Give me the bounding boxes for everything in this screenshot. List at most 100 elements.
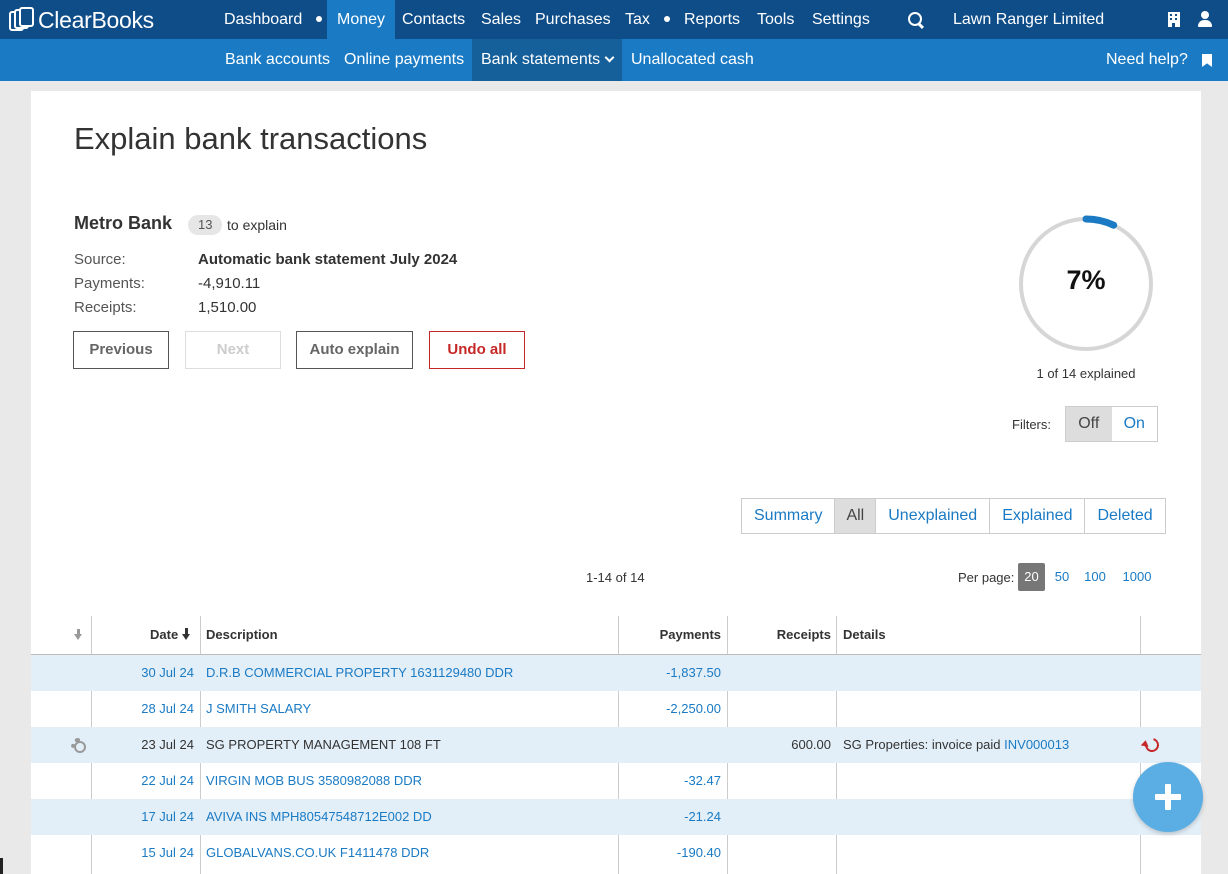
subnav-online-payments[interactable]: Online payments — [344, 39, 464, 81]
nav-settings[interactable]: Settings — [812, 0, 870, 39]
table-row[interactable]: 15 Jul 24 GLOBALVANS.CO.UK F1411478 DDR … — [31, 835, 1201, 871]
column-receipts[interactable]: Receipts — [777, 616, 831, 655]
row-description[interactable]: VIRGIN MOB BUS 3580982088 DDR — [206, 763, 422, 799]
unexplained-count-badge: 13 — [188, 215, 223, 235]
row-details-text: SG Properties: invoice paid — [843, 737, 1001, 752]
column-date-label: Date — [150, 627, 179, 642]
page-title: Explain bank transactions — [74, 121, 428, 156]
row-payment[interactable]: -190.40 — [677, 835, 721, 871]
nav-dashboard[interactable]: Dashboard — [224, 0, 302, 39]
chevron-down-icon — [604, 52, 615, 63]
row-date: 23 Jul 24 — [141, 737, 194, 752]
undo-all-button[interactable]: Undo all — [429, 331, 525, 369]
subnav-unallocated-cash[interactable]: Unallocated cash — [631, 39, 754, 81]
filters-on[interactable]: On — [1112, 407, 1158, 441]
subnav-bank-statements-label: Bank statements — [481, 51, 601, 68]
company-name[interactable]: Lawn Ranger Limited — [953, 0, 1104, 39]
table-row[interactable]: 28 Jul 24 J SMITH SALARY -2,250.00 — [31, 691, 1201, 727]
nav-contacts[interactable]: Contacts — [402, 0, 465, 39]
row-payment[interactable]: -32.47 — [684, 763, 721, 799]
table-row[interactable]: 30 Jul 24 D.R.B COMMERCIAL PROPERTY 1631… — [31, 655, 1201, 691]
tab-unexplained[interactable]: Unexplained — [876, 499, 991, 533]
nav-purchases[interactable]: Purchases — [535, 0, 611, 39]
to-explain-text: to explain — [227, 217, 287, 233]
top-navigation: ClearBooks Dashboard Money Contacts Sale… — [0, 0, 1228, 39]
cursor-edge — [0, 858, 3, 874]
need-help-link[interactable]: Need help? — [1106, 39, 1188, 81]
nav-separator-dot — [316, 16, 322, 22]
tab-all[interactable]: All — [835, 499, 877, 533]
subnav-bank-accounts[interactable]: Bank accounts — [225, 39, 330, 81]
source-value: Automatic bank statement July 2024 — [198, 251, 458, 268]
nav-money[interactable]: Money — [327, 0, 396, 39]
row-payment[interactable]: -2,250.00 — [666, 691, 721, 727]
nav-sales[interactable]: Sales — [481, 0, 521, 39]
add-button[interactable] — [1133, 762, 1203, 832]
previous-button[interactable]: Previous — [73, 331, 169, 369]
row-date[interactable]: 15 Jul 24 — [141, 835, 194, 871]
row-description[interactable]: GLOBALVANS.CO.UK F1411478 DDR — [206, 835, 429, 871]
row-description[interactable]: AVIVA INS MPH80547548712E002 DD — [206, 799, 432, 835]
sub-navigation: Bank accounts Online payments Bank state… — [0, 39, 1228, 81]
per-page-20[interactable]: 20 — [1018, 563, 1045, 591]
next-button[interactable]: Next — [185, 331, 281, 369]
table-header: Date Description Payments Receipts Detai… — [31, 616, 1201, 655]
arrow-down-icon — [182, 628, 191, 640]
per-page-1000[interactable]: 1000 — [1118, 563, 1156, 591]
column-payments[interactable]: Payments — [660, 616, 721, 655]
undo-icon[interactable] — [1142, 735, 1162, 755]
tab-summary[interactable]: Summary — [742, 499, 836, 533]
column-description[interactable]: Description — [206, 616, 278, 655]
bookmark-icon[interactable] — [1202, 54, 1212, 67]
results-range: 1-14 of 14 — [586, 570, 645, 585]
clearbooks-logo[interactable]: ClearBooks — [9, 5, 154, 35]
row-date[interactable]: 28 Jul 24 — [141, 691, 194, 727]
payments-label: Payments: — [74, 275, 145, 292]
per-page-100[interactable]: 100 — [1081, 563, 1109, 591]
source-label: Source: — [74, 251, 126, 268]
row-payment[interactable]: -1,837.50 — [666, 655, 721, 691]
explained-count: 1 of 14 explained — [1036, 366, 1136, 381]
tab-deleted[interactable]: Deleted — [1085, 499, 1164, 533]
table-row[interactable]: 17 Jul 24 AVIVA INS MPH80547548712E002 D… — [31, 799, 1201, 835]
per-page-50[interactable]: 50 — [1050, 563, 1074, 591]
payments-total: -4,910.11 — [198, 275, 261, 292]
subnav-bank-statements[interactable]: Bank statements — [472, 39, 623, 81]
logo-icon — [9, 7, 35, 33]
nav-reports[interactable]: Reports — [684, 0, 740, 39]
building-icon[interactable] — [1168, 12, 1180, 27]
row-date[interactable]: 17 Jul 24 — [141, 799, 194, 835]
auto-explain-button[interactable]: Auto explain — [296, 331, 413, 369]
receipts-label: Receipts: — [74, 299, 137, 316]
logo-text: ClearBooks — [38, 6, 154, 33]
sort-arrow-icon[interactable] — [74, 629, 83, 641]
receipts-total: 1,510.00 — [198, 299, 257, 316]
progress-percent: 7% — [1066, 265, 1106, 295]
row-description: SG PROPERTY MANAGEMENT 108 FT — [206, 737, 441, 752]
table-row-explained[interactable]: 23 Jul 24 SG PROPERTY MANAGEMENT 108 FT … — [31, 727, 1201, 763]
row-description[interactable]: D.R.B COMMERCIAL PROPERTY 1631129480 DDR — [206, 655, 513, 691]
row-receipt: 600.00 — [791, 737, 831, 752]
invoice-link[interactable]: INV000013 — [1004, 737, 1069, 752]
row-payment[interactable]: -21.24 — [684, 799, 721, 835]
gear-icon[interactable] — [71, 738, 86, 753]
filters-off[interactable]: Off — [1066, 407, 1112, 441]
row-date[interactable]: 30 Jul 24 — [141, 655, 194, 691]
tab-explained[interactable]: Explained — [990, 499, 1086, 533]
row-date[interactable]: 22 Jul 24 — [141, 763, 194, 799]
column-date[interactable]: Date — [150, 616, 191, 655]
filters-toggle: Off On — [1065, 406, 1158, 442]
filters-label: Filters: — [1012, 417, 1051, 432]
per-page-label: Per page: — [958, 570, 1015, 585]
user-icon[interactable] — [1197, 11, 1213, 28]
column-details[interactable]: Details — [843, 616, 886, 655]
row-details: SG Properties: invoice paid INV000013 — [843, 727, 1069, 763]
bank-name: Metro Bank — [74, 213, 173, 233]
search-icon[interactable] — [907, 11, 925, 29]
row-description[interactable]: J SMITH SALARY — [206, 691, 311, 727]
nav-separator-dot — [664, 16, 670, 22]
table-row[interactable]: 22 Jul 24 VIRGIN MOB BUS 3580982088 DDR … — [31, 763, 1201, 799]
nav-tools[interactable]: Tools — [757, 0, 794, 39]
main-panel: Explain bank transactions Metro Bank 13 … — [31, 91, 1201, 874]
nav-tax[interactable]: Tax — [625, 0, 650, 39]
